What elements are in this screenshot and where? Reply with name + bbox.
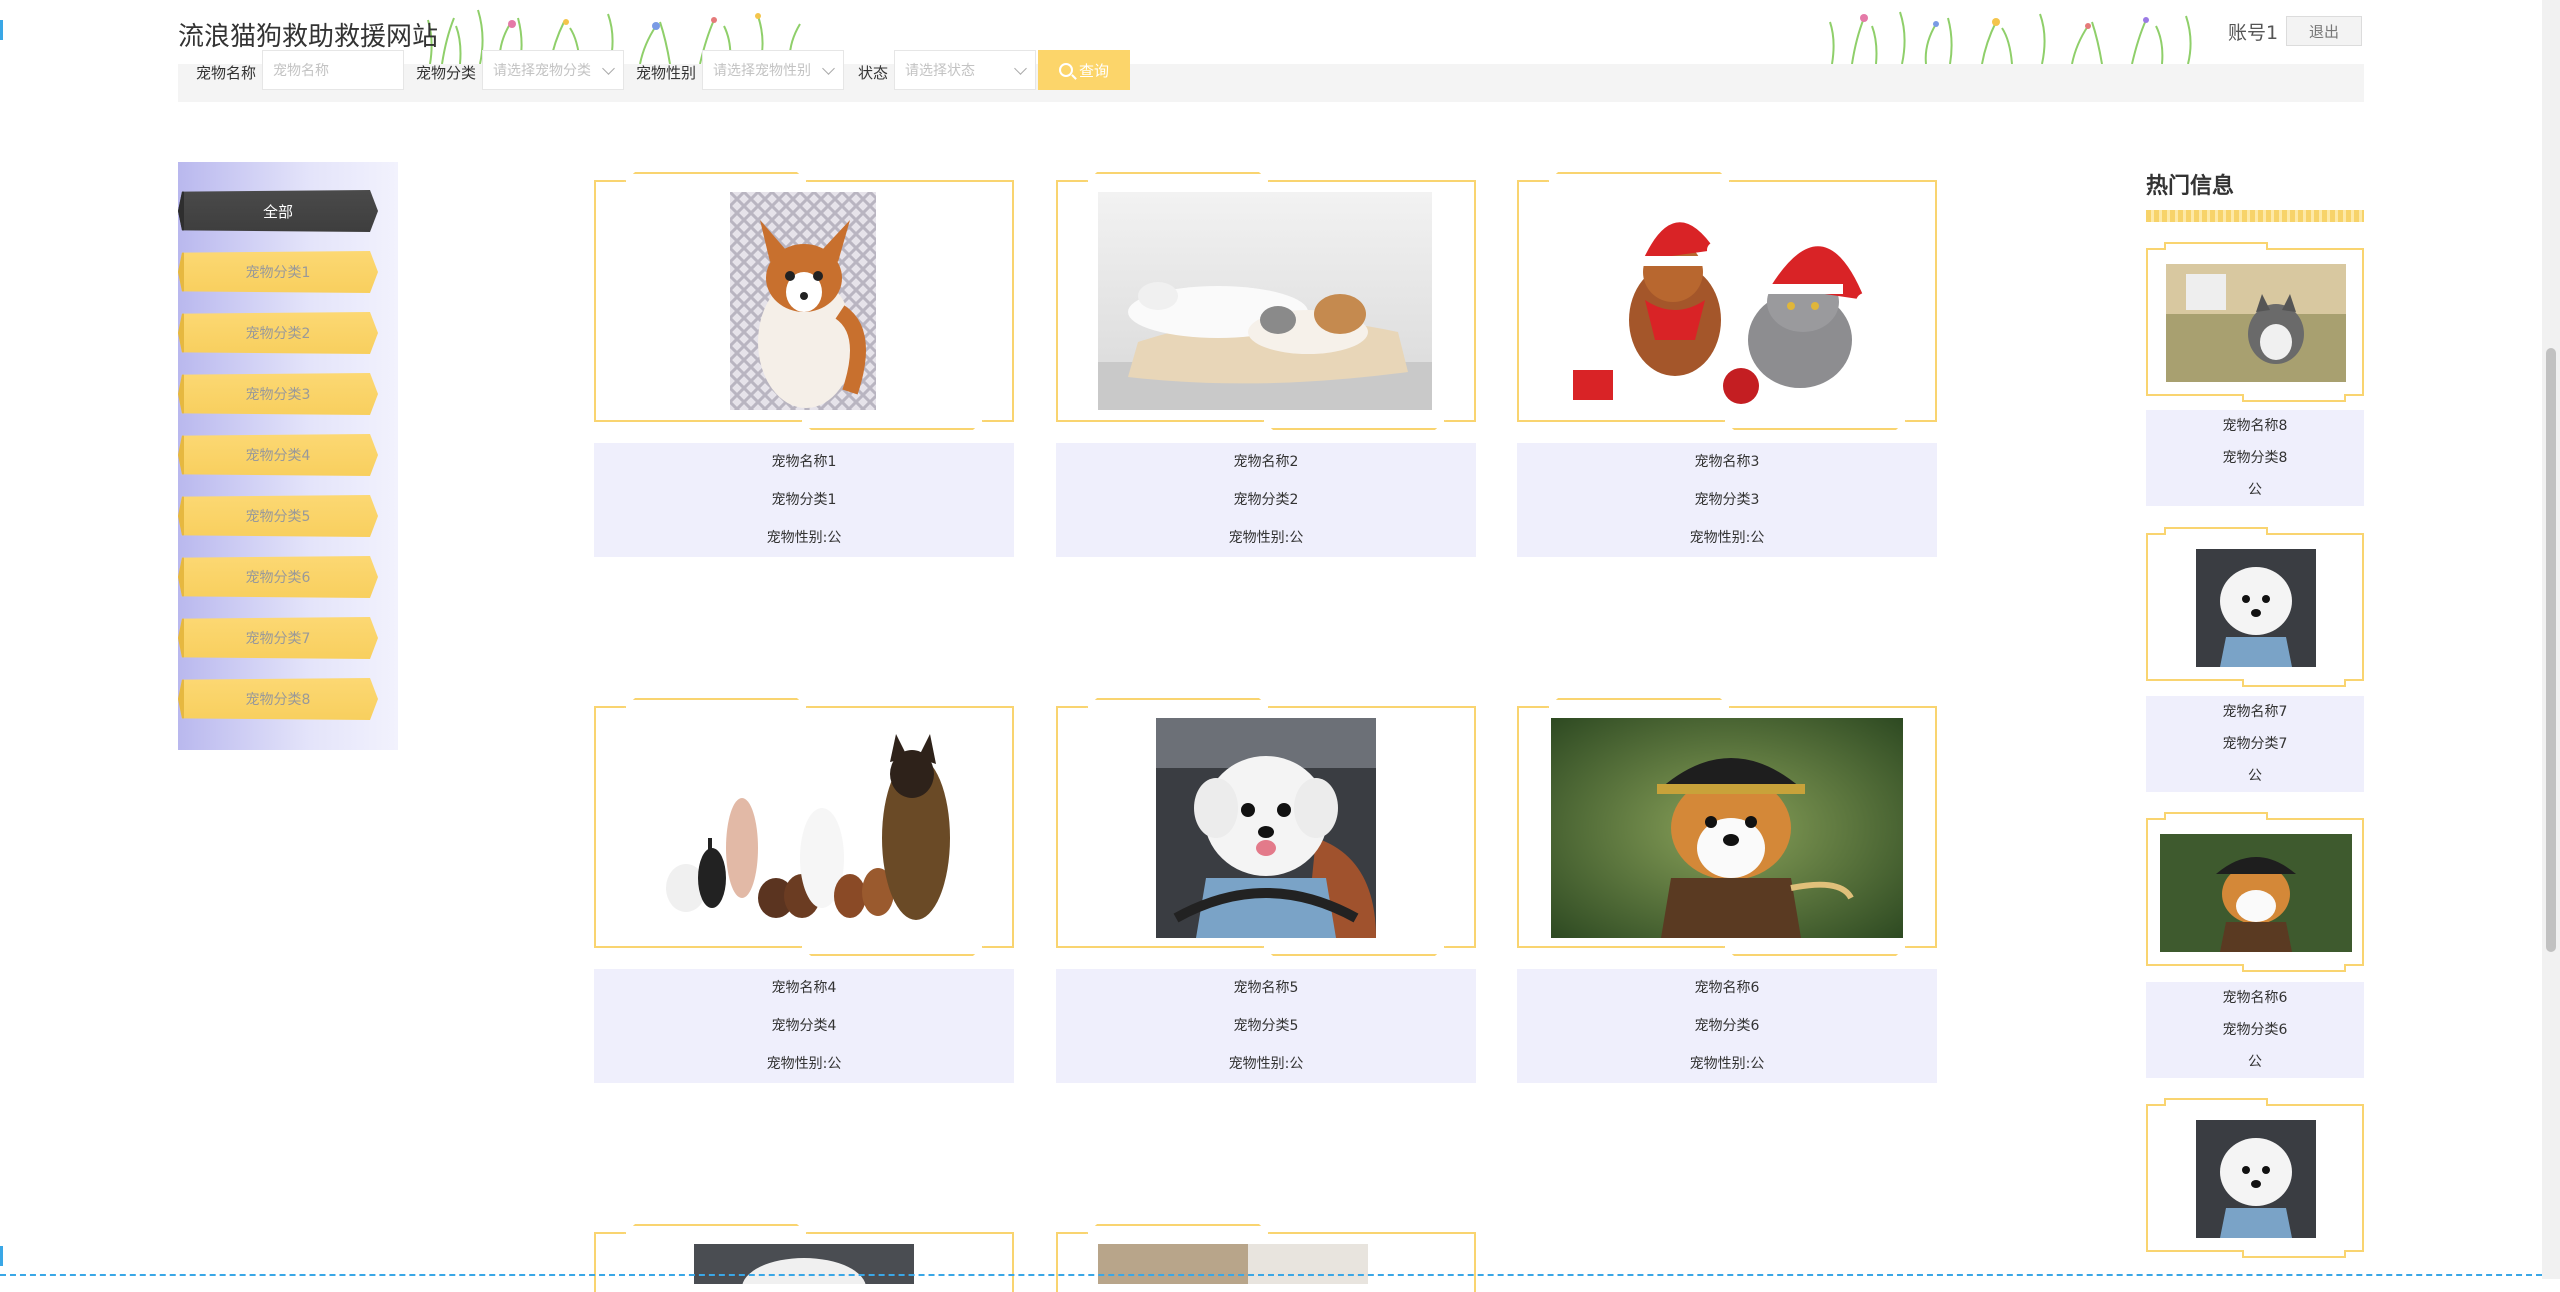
- pet-card[interactable]: [1517, 698, 1937, 956]
- category-item-3[interactable]: 宠物分类3: [178, 373, 378, 415]
- category-item-2[interactable]: 宠物分类2: [178, 312, 378, 354]
- pet-category: 宠物分类1: [771, 492, 837, 508]
- pet-gender: 宠物性别:公: [1689, 1056, 1765, 1072]
- hot-info-title: 热门信息: [2146, 174, 2235, 199]
- hot-pet-name: 宠物名称7: [2222, 704, 2288, 720]
- category-item-5[interactable]: 宠物分类5: [178, 495, 378, 537]
- pet-gender: 宠物性别:公: [766, 530, 842, 546]
- pet-card[interactable]: [1056, 172, 1476, 430]
- hot-card-info[interactable]: 宠物名称6 宠物分类6 公: [2146, 982, 2364, 1078]
- pet-name: 宠物名称2: [1233, 454, 1299, 470]
- pet-name-label: 宠物名称: [196, 64, 257, 82]
- window-edge: [0, 0, 4, 1279]
- pet-card-info[interactable]: 宠物名称3 宠物分类3 宠物性别:公: [1517, 443, 1937, 557]
- pet-name: 宠物名称4: [771, 980, 837, 996]
- hot-card-info[interactable]: 宠物名称8 宠物分类8 公: [2146, 410, 2364, 506]
- category-item-all[interactable]: 全部: [178, 190, 378, 232]
- hot-card[interactable]: [2146, 242, 2364, 402]
- pet-card-info[interactable]: 宠物名称2 宠物分类2 宠物性别:公: [1056, 443, 1476, 557]
- pet-card[interactable]: [594, 1224, 1014, 1292]
- category-item-4[interactable]: 宠物分类4: [178, 434, 378, 476]
- status-select[interactable]: 请选择状态: [894, 50, 1036, 90]
- pet-card[interactable]: [1517, 172, 1937, 430]
- pet-photo[interactable]: [694, 1244, 914, 1284]
- pet-category: 宠物分类2: [1233, 492, 1299, 508]
- search-button-label: 查询: [1078, 61, 1109, 80]
- hot-pet-category: 宠物分类7: [2222, 736, 2288, 752]
- scrollbar-thumb[interactable]: [2546, 348, 2556, 952]
- pet-gender: 宠物性别:公: [1228, 530, 1304, 546]
- pet-category-placeholder: 请选择宠物分类: [493, 63, 591, 79]
- hot-pet-category: 宠物分类6: [2222, 1022, 2288, 1038]
- pet-gender-placeholder: 请选择宠物性别: [713, 63, 811, 79]
- hot-pet-name: 宠物名称6: [2222, 990, 2288, 1006]
- pet-card-info[interactable]: 宠物名称1 宠物分类1 宠物性别:公: [594, 443, 1014, 557]
- hot-info-divider: [2146, 210, 2364, 222]
- category-item-7[interactable]: 宠物分类7: [178, 617, 378, 659]
- hot-card[interactable]: [2146, 1098, 2364, 1258]
- pet-photo[interactable]: [1565, 190, 1891, 412]
- pet-name: 宠物名称3: [1694, 454, 1760, 470]
- hot-card[interactable]: [2146, 812, 2364, 972]
- pet-name-input[interactable]: 宠物名称: [262, 50, 404, 90]
- site-title: 流浪猫狗救助救援网站: [178, 22, 439, 52]
- hot-photo[interactable]: [2196, 549, 2316, 667]
- window-bottom-edge: [0, 1274, 2542, 1276]
- pet-category: 宠物分类6: [1694, 1018, 1760, 1034]
- hot-pet-gender: 公: [2248, 482, 2262, 498]
- chevron-down-icon: [1014, 62, 1027, 75]
- pet-gender: 宠物性别:公: [1228, 1056, 1304, 1072]
- search-icon: [1058, 63, 1073, 77]
- pet-category: 宠物分类3: [1694, 492, 1760, 508]
- pet-category-label: 宠物分类: [416, 64, 477, 82]
- hot-photo[interactable]: [2166, 264, 2346, 382]
- hot-card[interactable]: [2146, 527, 2364, 687]
- pet-gender-select[interactable]: 请选择宠物性别: [702, 50, 844, 90]
- logout-button[interactable]: 退出: [2286, 16, 2362, 46]
- category-item-1[interactable]: 宠物分类1: [178, 251, 378, 293]
- pet-card-info[interactable]: 宠物名称4 宠物分类4 宠物性别:公: [594, 969, 1014, 1083]
- hot-photo[interactable]: [2160, 834, 2352, 952]
- pet-card[interactable]: [1056, 1224, 1476, 1292]
- pet-gender-label: 宠物性别: [636, 64, 697, 82]
- hot-card-info[interactable]: 宠物名称7 宠物分类7 公: [2146, 696, 2364, 792]
- pet-photo[interactable]: [1098, 192, 1432, 410]
- pet-category: 宠物分类5: [1233, 1018, 1299, 1034]
- hot-pet-name: 宠物名称8: [2222, 418, 2288, 434]
- hot-pet-gender: 公: [2248, 1054, 2262, 1070]
- pet-name: 宠物名称5: [1233, 980, 1299, 996]
- hot-pet-gender: 公: [2248, 768, 2262, 784]
- pet-card[interactable]: [1056, 698, 1476, 956]
- user-name[interactable]: 账号1: [2228, 18, 2278, 45]
- category-item-6[interactable]: 宠物分类6: [178, 556, 378, 598]
- pet-category-select[interactable]: 请选择宠物分类: [482, 50, 624, 90]
- search-button[interactable]: 查询: [1038, 50, 1130, 90]
- pet-photo[interactable]: [1098, 1244, 1368, 1284]
- pet-card-info[interactable]: 宠物名称6 宠物分类6 宠物性别:公: [1517, 969, 1937, 1083]
- category-item-8[interactable]: 宠物分类8: [178, 678, 378, 720]
- status-placeholder: 请选择状态: [905, 63, 975, 79]
- pet-card-info[interactable]: 宠物名称5 宠物分类5 宠物性别:公: [1056, 969, 1476, 1083]
- pet-photo[interactable]: [1156, 718, 1376, 938]
- chevron-down-icon: [822, 62, 835, 75]
- grass-decoration: [1822, 0, 2202, 64]
- pet-category: 宠物分类4: [771, 1018, 837, 1034]
- pet-card[interactable]: [594, 698, 1014, 956]
- pet-card[interactable]: [594, 172, 1014, 430]
- hot-photo[interactable]: [2196, 1120, 2316, 1238]
- hot-pet-category: 宠物分类8: [2222, 450, 2288, 466]
- pet-name: 宠物名称1: [771, 454, 837, 470]
- pet-name: 宠物名称6: [1694, 980, 1760, 996]
- status-label: 状态: [858, 64, 889, 82]
- pet-photo[interactable]: [1551, 718, 1903, 938]
- pet-photo[interactable]: [646, 728, 966, 928]
- pet-gender: 宠物性别:公: [1689, 530, 1765, 546]
- pet-gender: 宠物性别:公: [766, 1056, 842, 1072]
- chevron-down-icon: [602, 62, 615, 75]
- pet-photo[interactable]: [730, 192, 876, 410]
